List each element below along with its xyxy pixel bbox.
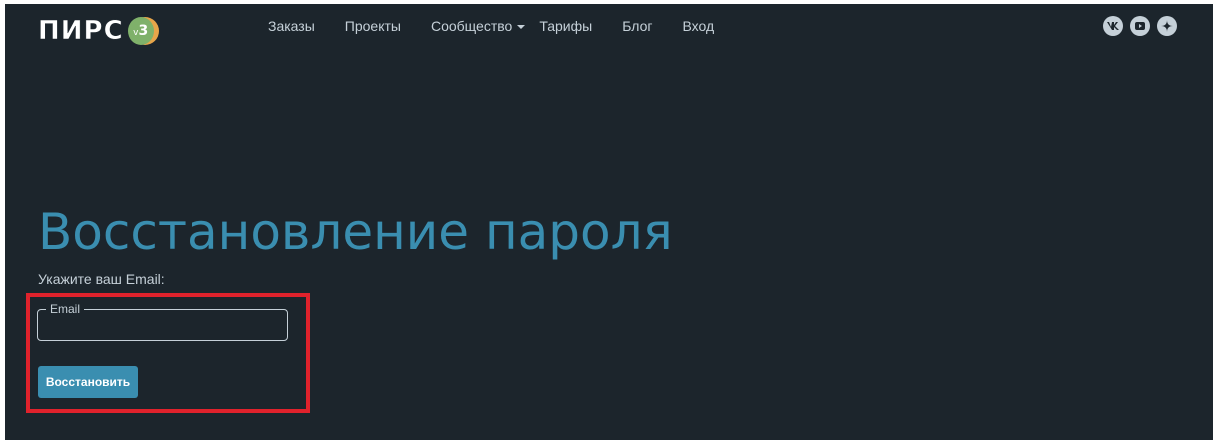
- email-field[interactable]: [41, 318, 285, 340]
- restore-button[interactable]: Восстановить: [38, 366, 138, 398]
- version-badge-label: v3: [133, 23, 149, 39]
- main-nav: Заказы Проекты Сообщество Тарифы Блог Вх…: [268, 18, 744, 34]
- social-links: [1103, 16, 1184, 36]
- nav-orders[interactable]: Заказы: [268, 18, 315, 34]
- nav-tariffs[interactable]: Тарифы: [539, 18, 592, 34]
- nav-blog[interactable]: Блог: [622, 18, 652, 34]
- youtube-icon[interactable]: [1130, 16, 1150, 36]
- zen-icon[interactable]: [1157, 16, 1177, 36]
- logo-text: ПИРС: [38, 16, 124, 47]
- version-badge: v3: [127, 16, 159, 46]
- nav-community-label: Сообщество: [430, 18, 513, 34]
- nav-login[interactable]: Вход: [682, 18, 714, 34]
- page-frame: ПИРС v3 Заказы Проекты Сообщество Тарифы…: [5, 4, 1213, 440]
- page-title: Восстановление пароля: [38, 203, 673, 261]
- nav-community[interactable]: Сообщество: [430, 18, 526, 34]
- email-label: Email: [50, 302, 81, 316]
- email-hint: Укажите ваш Email:: [38, 271, 165, 287]
- site-logo[interactable]: ПИРС v3: [38, 16, 159, 47]
- chevron-down-icon: [517, 25, 526, 29]
- version-badge-disc: v3: [127, 17, 154, 45]
- vk-icon[interactable]: [1103, 16, 1123, 36]
- nav-projects[interactable]: Проекты: [345, 18, 401, 34]
